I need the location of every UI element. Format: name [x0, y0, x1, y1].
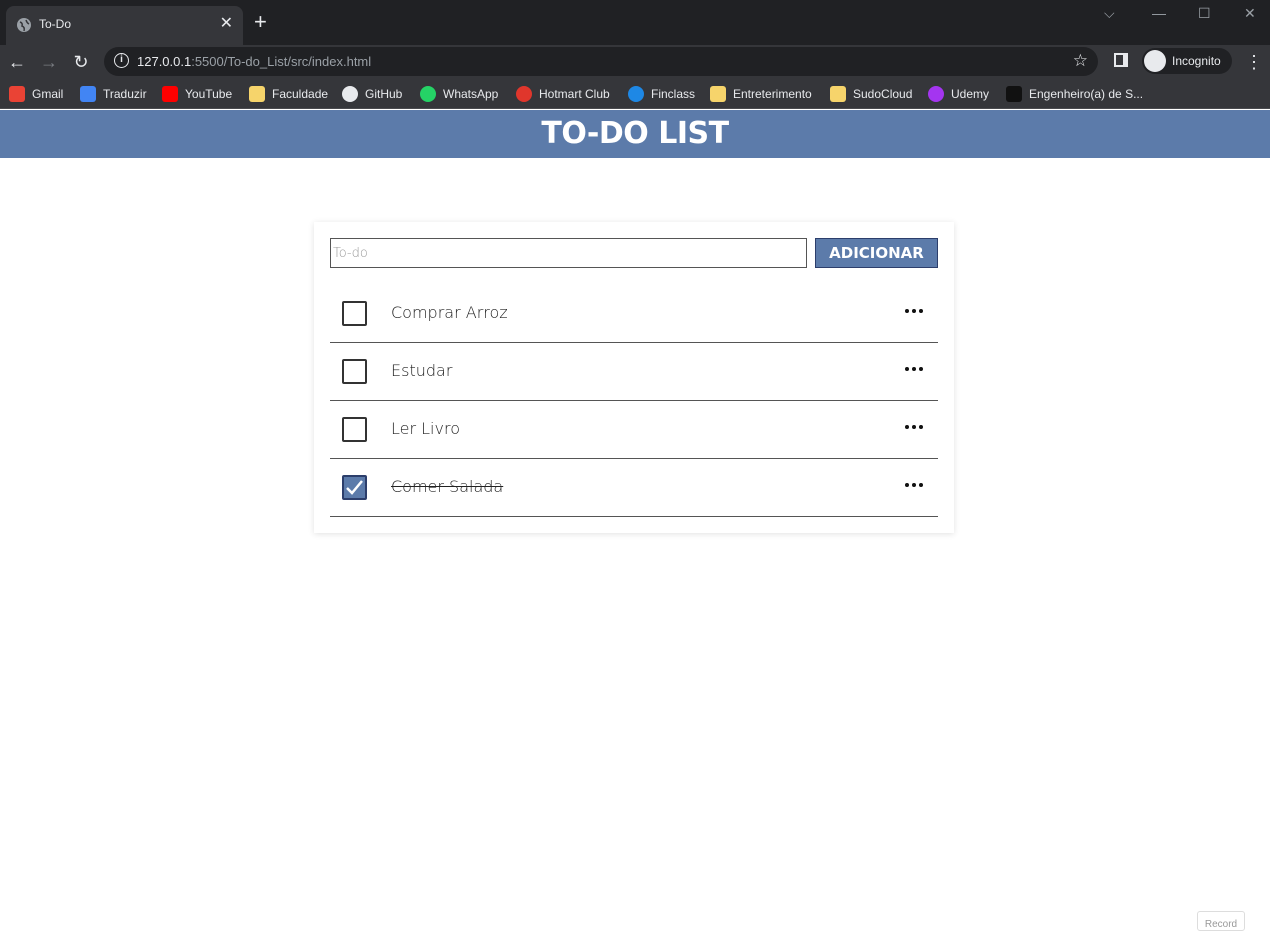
add-button[interactable]: ADICIONAR — [815, 238, 938, 268]
tab-title: To-Do — [39, 17, 72, 31]
url-text: 127.0.0.1:5500/To-do_List/src/index.html — [137, 54, 372, 69]
minimize-icon[interactable]: — — [1152, 6, 1166, 20]
todo-checkbox[interactable] — [342, 417, 367, 442]
site-info-icon[interactable]: i — [114, 53, 129, 68]
todo-label: Estudar — [391, 361, 453, 380]
bookmark-label: Traduzir — [103, 87, 147, 101]
side-panel-icon[interactable] — [1114, 53, 1128, 67]
bookmark-traduzir[interactable]: Traduzir — [80, 84, 147, 104]
more-options-icon[interactable] — [904, 365, 924, 373]
udemy-icon — [928, 86, 944, 102]
checkmark-icon — [346, 480, 363, 495]
bookmark-label: Entreterimento — [733, 87, 812, 101]
bookmark-entreterimento[interactable]: Entreterimento — [710, 84, 812, 104]
bookmarks-bar: Gmail Traduzir YouTube Faculdade GitHub Whats… — [0, 79, 1270, 109]
todo-list: Comprar Arroz Estudar Ler Livro Comer Sa… — [330, 285, 938, 517]
todo-input[interactable] — [330, 238, 807, 268]
more-options-icon[interactable] — [904, 481, 924, 489]
reload-icon[interactable]: ↻ — [68, 49, 94, 75]
page-title: TO-DO LIST — [541, 116, 729, 151]
browser-tab[interactable]: To-Do ✕ — [6, 6, 243, 45]
folder-icon — [710, 86, 726, 102]
more-options-icon[interactable] — [904, 423, 924, 431]
bookmark-hotmart-club[interactable]: Hotmart Club — [516, 84, 610, 104]
bookmark-label: Hotmart Club — [539, 87, 610, 101]
maximize-icon[interactable]: ☐ — [1198, 6, 1211, 20]
bookmark-star-icon[interactable]: ☆ — [1073, 51, 1088, 71]
folder-icon — [249, 86, 265, 102]
site-icon — [1006, 86, 1022, 102]
hotmart-icon — [516, 86, 532, 102]
back-arrow-icon[interactable]: ← — [4, 49, 30, 75]
tab-search-chevron-icon[interactable]: ⌵ — [1104, 6, 1115, 20]
forward-arrow-icon[interactable]: → — [36, 49, 62, 75]
bookmark-github[interactable]: GitHub — [342, 84, 402, 104]
bookmark-udemy[interactable]: Udemy — [928, 84, 989, 104]
new-tab-icon[interactable]: + — [254, 11, 267, 33]
bookmark-whatsapp[interactable]: WhatsApp — [420, 84, 498, 104]
finclass-icon — [628, 86, 644, 102]
todo-item: Ler Livro — [330, 401, 938, 459]
folder-icon — [830, 86, 846, 102]
todo-checkbox[interactable] — [342, 301, 367, 326]
address-bar[interactable]: i 127.0.0.1:5500/To-do_List/src/index.ht… — [104, 47, 1098, 76]
globe-icon — [17, 18, 31, 32]
todo-card: ADICIONAR Comprar Arroz Estudar Ler Livr… — [314, 222, 954, 533]
gmail-icon — [9, 86, 25, 102]
whatsapp-icon — [420, 86, 436, 102]
page-header: TO-DO LIST — [0, 110, 1270, 158]
bookmark-label: SudoCloud — [853, 87, 913, 101]
todo-label: Comprar Arroz — [391, 303, 508, 322]
bookmark-sudocloud[interactable]: SudoCloud — [830, 84, 912, 104]
todo-checkbox[interactable] — [342, 359, 367, 384]
translate-icon — [80, 86, 96, 102]
bookmark-label: GitHub — [365, 87, 403, 101]
todo-item: Comer Salada — [330, 459, 938, 517]
bookmark-label: Gmail — [32, 87, 64, 101]
bookmark-label: Finclass — [651, 87, 696, 101]
close-window-icon[interactable]: ✕ — [1244, 6, 1256, 20]
browser-tab-strip: To-Do ✕ + ⌵ — ☐ ✕ — [0, 0, 1270, 45]
bookmark-label: Engenheiro(a) de S... — [1029, 87, 1144, 101]
bookmark-label: WhatsApp — [443, 87, 499, 101]
browser-menu-icon[interactable]: ⋮ — [1245, 49, 1263, 75]
more-options-icon[interactable] — [904, 307, 924, 315]
bookmark-youtube[interactable]: YouTube — [162, 84, 232, 104]
bookmark-label: Udemy — [951, 87, 990, 101]
todo-checkbox-checked[interactable] — [342, 475, 367, 500]
bookmark-label: YouTube — [185, 87, 233, 101]
bookmark-engenheiro-a-de-s[interactable]: Engenheiro(a) de S... — [1006, 84, 1143, 104]
browser-toolbar: ← → ↻ i 127.0.0.1:5500/To-do_List/src/in… — [0, 45, 1270, 79]
todo-label: Comer Salada — [391, 477, 504, 496]
record-button[interactable]: Record — [1197, 911, 1245, 931]
youtube-icon — [162, 86, 178, 102]
github-icon — [342, 86, 358, 102]
bookmark-faculdade[interactable]: Faculdade — [249, 84, 328, 104]
bookmark-gmail[interactable]: Gmail — [9, 84, 63, 104]
bookmark-finclass[interactable]: Finclass — [628, 84, 695, 104]
incognito-label: Incognito — [1172, 54, 1221, 68]
incognito-badge[interactable]: Incognito — [1142, 48, 1232, 74]
incognito-icon — [1144, 50, 1166, 72]
todo-item: Comprar Arroz — [330, 285, 938, 343]
bookmark-label: Faculdade — [272, 87, 329, 101]
close-tab-icon[interactable]: ✕ — [220, 15, 233, 33]
todo-item: Estudar — [330, 343, 938, 401]
todo-label: Ler Livro — [391, 419, 460, 438]
